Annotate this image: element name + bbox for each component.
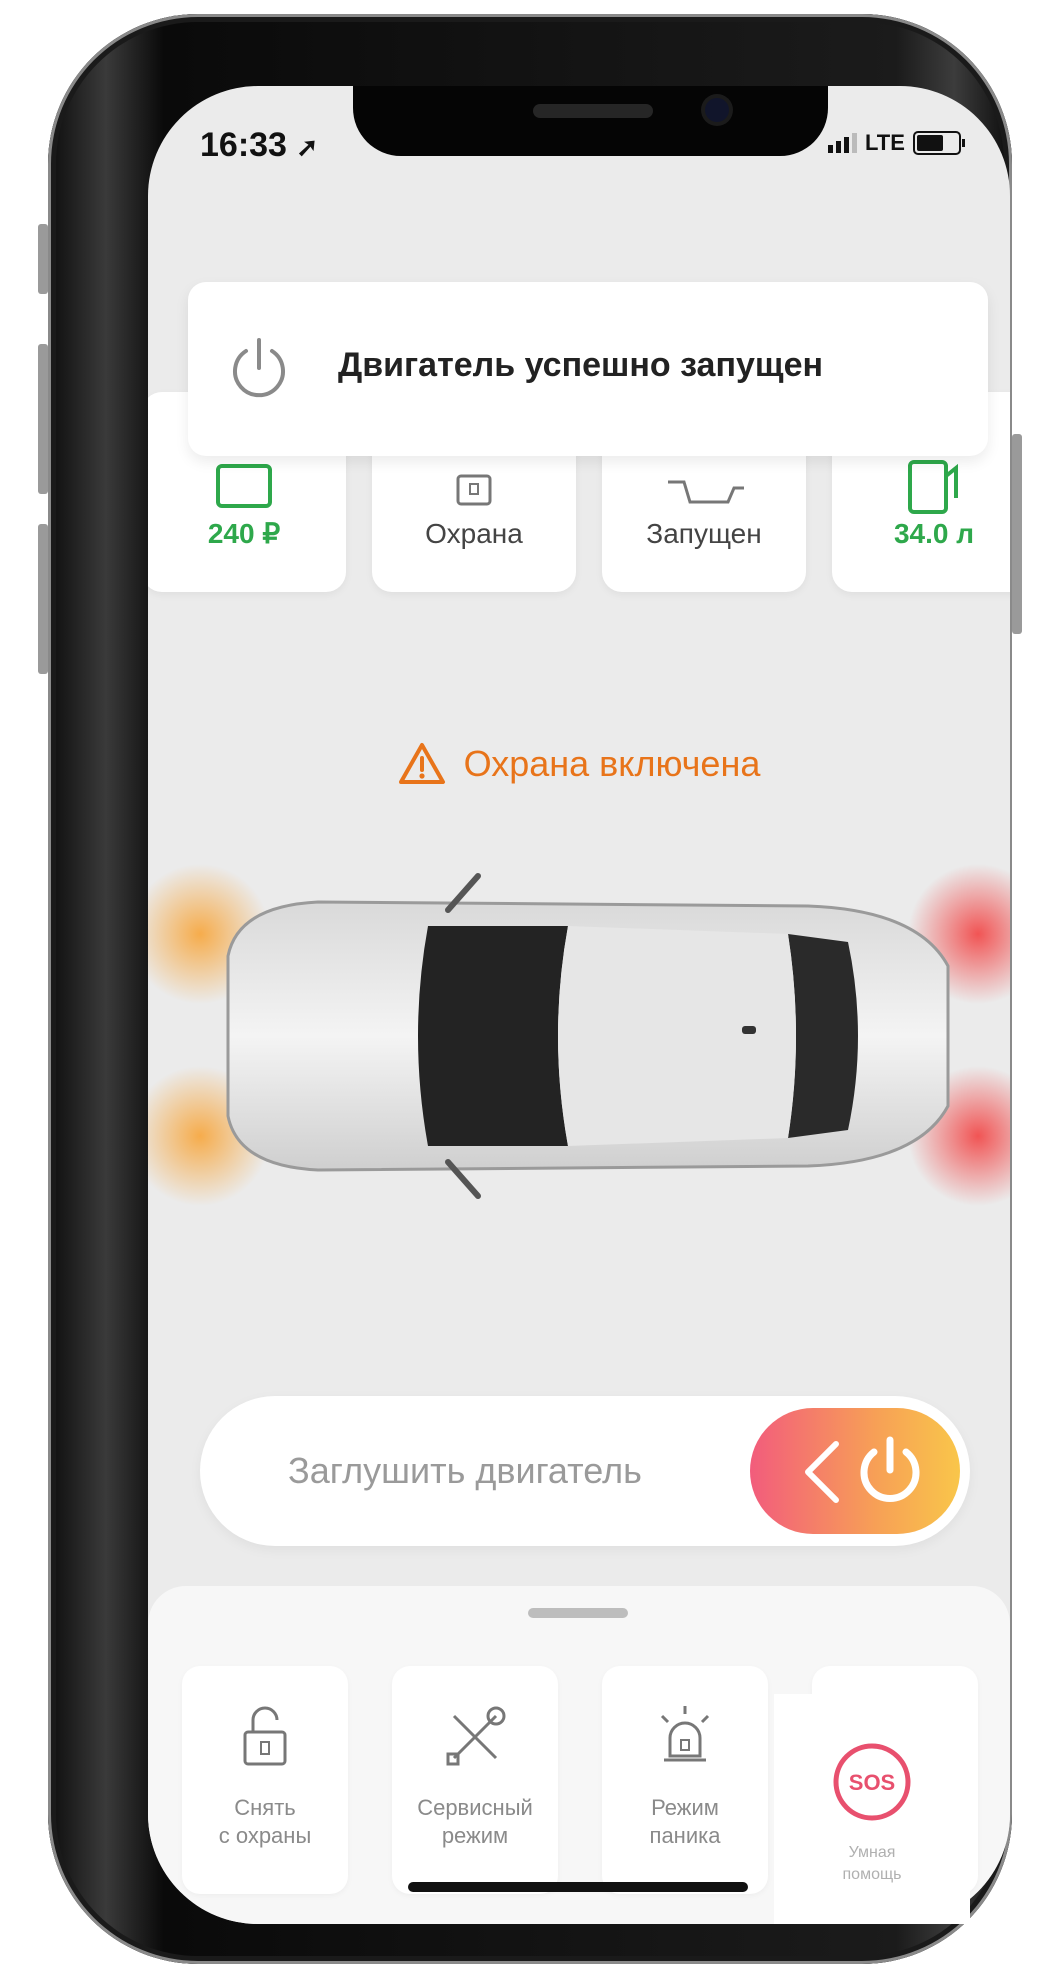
siren-icon <box>660 1706 710 1762</box>
fuel-level: 34.0 л <box>893 518 975 549</box>
battery-icon <box>912 131 965 155</box>
alarm-status-text: Охрана включена <box>463 743 761 784</box>
stop-engine-label: Заглушить двигатель <box>288 1450 642 1491</box>
front-camera <box>705 98 729 122</box>
mute-switch <box>38 224 48 294</box>
alarm-status: Охрана включена <box>148 742 1010 791</box>
speaker-grille <box>533 104 653 118</box>
stop-engine-slider[interactable]: Заглушить двигатель <box>200 1396 970 1546</box>
tools-icon <box>446 1706 506 1766</box>
status-indicators: LTE <box>828 130 965 156</box>
panic-mode-button[interactable]: Режим паника <box>602 1666 768 1894</box>
engine-started-toast[interactable]: Двигатель успешно запущен <box>188 282 988 456</box>
slider-knob[interactable] <box>750 1408 960 1534</box>
home-indicator[interactable] <box>408 1882 748 1892</box>
app-screen: 16:33 ➚ LTE 240 ₽ Охрана Запущен 34.0 л … <box>148 86 1010 1924</box>
signal-icon <box>828 133 857 153</box>
engine-status: Запущен <box>646 518 762 549</box>
power-icon <box>233 338 285 398</box>
smart-help-label: Умная помощь <box>842 1844 902 1883</box>
svg-text:SOS: SOS <box>849 1770 895 1795</box>
sos-icon: SOS <box>833 1743 911 1821</box>
security-status: Охрана <box>425 518 523 549</box>
engine-icon <box>668 480 744 504</box>
volume-down-button <box>38 524 48 674</box>
warning-icon <box>398 743 445 784</box>
balance-value: 240 ₽ <box>207 518 281 549</box>
sheet-grabber[interactable] <box>528 1608 628 1618</box>
network-type: LTE <box>865 130 905 155</box>
wallet-icon <box>216 464 272 508</box>
power-side-button <box>1012 434 1022 634</box>
service-mode-button[interactable]: Сервисный режим <box>392 1666 558 1894</box>
smart-help-button[interactable]: SOS Умная помощь <box>774 1694 970 1924</box>
disarm-button[interactable]: Снять с охраны <box>182 1666 348 1894</box>
chevron-left-icon <box>805 1441 839 1503</box>
notch <box>353 86 828 156</box>
car-illustration <box>148 846 1010 1226</box>
status-time: 16:33 ➚ <box>200 126 319 164</box>
location-arrow-icon: ➚ <box>296 132 319 162</box>
volume-up-button <box>38 344 48 494</box>
lock-icon <box>456 474 492 506</box>
service-mode-label: Сервисный режим <box>417 1795 533 1848</box>
unlock-icon <box>243 1706 287 1766</box>
panic-mode-label: Режим паника <box>649 1795 721 1848</box>
power-icon <box>860 1436 920 1502</box>
car-top-view <box>148 864 1010 1206</box>
toast-message: Двигатель успешно запущен <box>338 346 824 384</box>
phone-frame: 16:33 ➚ LTE 240 ₽ Охрана Запущен 34.0 л … <box>38 14 1022 1964</box>
disarm-label: Снять с охраны <box>218 1795 312 1848</box>
